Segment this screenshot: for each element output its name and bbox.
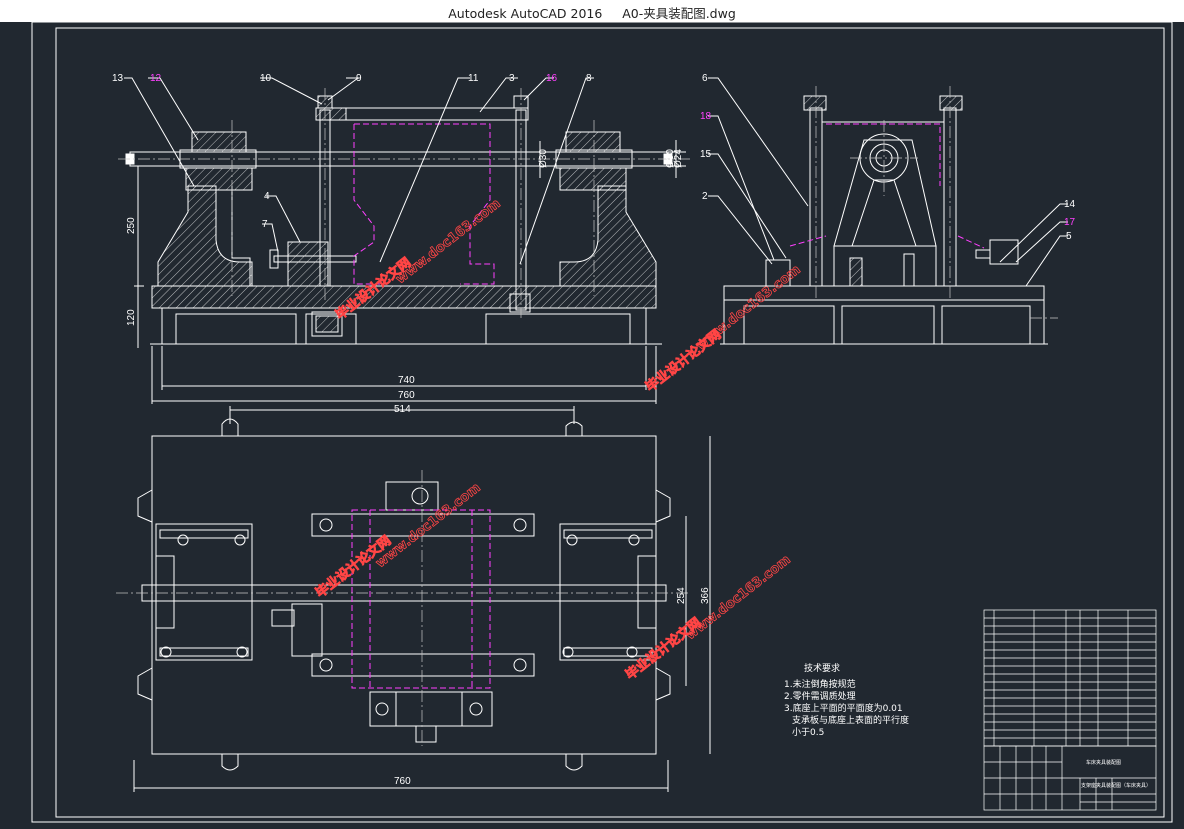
dim-top-760: 760 — [394, 776, 411, 787]
label-4: 4 — [264, 191, 270, 202]
label-8: 8 — [586, 73, 592, 84]
label-14: 14 — [1064, 199, 1076, 210]
label-9: 9 — [356, 73, 362, 84]
dim-top-514: 514 — [394, 404, 411, 415]
label-13: 13 — [112, 73, 124, 84]
dim-top-366: 366 — [700, 587, 711, 604]
top-clamp-plate — [315, 107, 529, 121]
top-clamp-plate-lower — [311, 653, 535, 677]
window-title: Autodesk AutoCAD 2016 A0-夹具装配图.dwg — [0, 3, 1184, 22]
watermarks: 毕业设计论文网 www.doc163.com 毕业设计论文网 www.doc16… — [312, 196, 804, 684]
side-clamp-block — [989, 239, 1019, 265]
watermark-url-3: www.doc163.com — [373, 480, 483, 571]
base-top-plate — [151, 285, 657, 309]
front-view — [118, 77, 690, 404]
parts-list-table — [983, 609, 1157, 747]
dim-top-254: 254 — [676, 587, 687, 604]
label-6: 6 — [702, 73, 708, 84]
app-name: Autodesk AutoCAD 2016 — [448, 6, 603, 21]
window-titlebar: Autodesk AutoCAD 2016 A0-夹具装配图.dwg — [0, 0, 1184, 23]
label-15: 15 — [700, 149, 712, 160]
label-5: 5 — [1066, 231, 1072, 242]
watermark-url-1: www.doc163.com — [393, 196, 503, 287]
dim-shaft-1: Ø30 — [538, 149, 549, 168]
label-12: 12 — [150, 73, 162, 84]
side-view-labels: 6 18 15 2 14 17 5 — [700, 73, 1076, 242]
top-view-labels: 514 760 254 366 — [394, 404, 711, 787]
tech-req-heading: 技术要求 — [804, 662, 840, 674]
watermark-url-2: www.doc163.com — [693, 262, 803, 353]
dim-shaft-3: Ø24 — [673, 149, 684, 168]
dim-height-120: 120 — [126, 309, 137, 326]
label-16: 16 — [546, 73, 558, 84]
top-view — [116, 406, 711, 792]
top-base-outline — [151, 435, 657, 755]
title-block-drawing-title: 车床夹具装配图 — [1086, 759, 1121, 766]
label-3: 3 — [509, 73, 515, 84]
dim-width-760: 760 — [398, 390, 415, 401]
cad-drawing[interactable]: 13 12 10 9 11 3 16 8 4 7 Ø30 Ø30 Ø24 250… — [0, 22, 1184, 829]
tech-req-item-4: 支承板与底座上表面的平行度 — [792, 714, 909, 726]
tech-req-item-5: 小于0.5 — [792, 727, 824, 738]
left-support — [157, 185, 253, 287]
tech-req-item-2: 2.零件需调质处理 — [784, 690, 856, 702]
drawing-canvas[interactable]: 13 12 10 9 11 3 16 8 4 7 Ø30 Ø30 Ø24 250… — [0, 22, 1184, 829]
right-bearing-cap — [565, 131, 621, 153]
file-name: A0-夹具装配图.dwg — [622, 6, 736, 21]
title-block — [983, 609, 1157, 811]
left-bearing-cap — [191, 131, 247, 153]
clamp-block — [287, 241, 329, 287]
dim-height-250: 250 — [126, 217, 137, 234]
bracket-body — [833, 139, 937, 247]
label-11: 11 — [468, 73, 479, 84]
label-17: 17 — [1064, 217, 1076, 228]
label-10: 10 — [260, 73, 272, 84]
title-block-part-name: 支架座夹具装配图（车床夹具） — [1081, 782, 1151, 789]
label-18: 18 — [700, 111, 712, 122]
right-support — [559, 185, 657, 287]
tech-req-item-1: 1.未注倒角按规范 — [784, 678, 856, 690]
label-7: 7 — [262, 219, 268, 230]
dim-width-740: 740 — [398, 375, 415, 386]
technical-requirements: 技术要求 1.未注倒角按规范 2.零件需调质处理 3.底座上平面的平面度为0.0… — [784, 662, 909, 738]
label-2: 2 — [702, 191, 708, 202]
tech-req-item-3: 3.底座上平面的平面度为0.01 — [784, 702, 903, 714]
title-block-text: 车床夹具装配图 支架座夹具装配图（车床夹具） — [1081, 759, 1151, 789]
